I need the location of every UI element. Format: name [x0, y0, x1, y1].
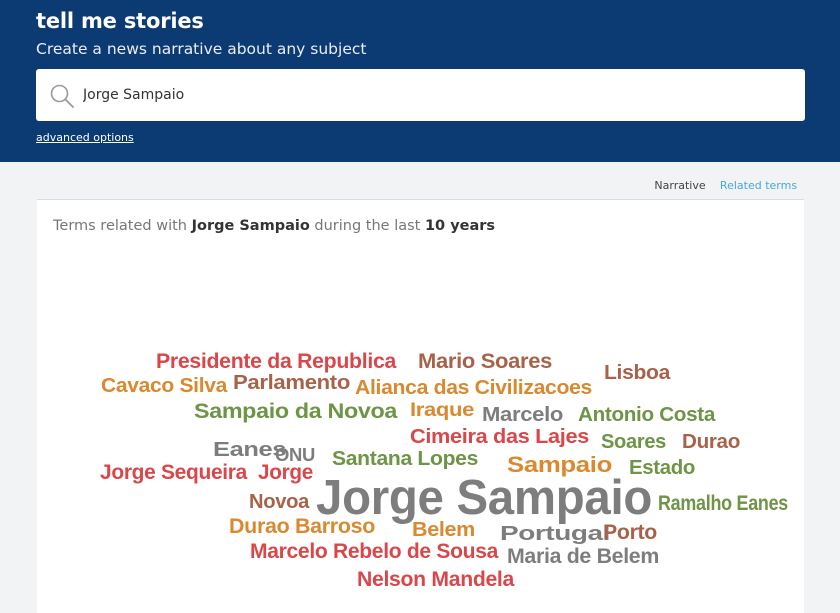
cloud-term[interactable]: Cavaco Silva	[101, 376, 227, 397]
cloud-term[interactable]: Marcelo Rebelo de Sousa	[250, 541, 498, 563]
cloud-term[interactable]: Jorge Sequeira	[100, 462, 247, 484]
cloud-term[interactable]: Portugal	[500, 524, 610, 545]
cloud-term[interactable]: Lisboa	[604, 363, 670, 384]
app-header: tell me stories Create a news narrative …	[0, 0, 840, 162]
cloud-term[interactable]: Iraque	[410, 401, 474, 420]
cloud-term[interactable]: Maria de Belem	[507, 546, 659, 568]
cloud-term[interactable]: Mario Soares	[418, 351, 552, 373]
tab-related-terms[interactable]: Related terms	[713, 172, 804, 200]
cloud-term[interactable]: Antonio Costa	[578, 405, 715, 426]
cloud-term[interactable]: Porto	[603, 522, 657, 544]
cloud-term[interactable]: Parlamento	[233, 373, 350, 394]
cloud-term[interactable]: Alianca das Civilizacoes	[355, 378, 592, 399]
cloud-term[interactable]: Belem	[412, 520, 475, 541]
tab-narrative[interactable]: Narrative	[647, 172, 713, 200]
heading-prefix: Terms related with	[53, 218, 187, 234]
heading-term: Jorge Sampaio	[191, 218, 310, 234]
cloud-term[interactable]: Novoa	[249, 492, 309, 513]
cloud-term[interactable]: Soares	[601, 432, 666, 453]
search-icon	[50, 84, 74, 108]
heading-middle: during the last	[314, 218, 421, 234]
cloud-term[interactable]: Marcelo	[482, 405, 563, 426]
app-subtitle: Create a news narrative about any subjec…	[36, 40, 367, 58]
heading-period: 10 years	[424, 218, 496, 234]
cloud-term[interactable]: Jorge	[258, 462, 313, 484]
related-terms-panel: Terms related with Jorge Sampaio during …	[37, 199, 804, 613]
advanced-options-link[interactable]: advanced options	[36, 131, 134, 144]
cloud-term[interactable]: Presidente da Republica	[156, 351, 396, 373]
cloud-term[interactable]: Durao Barroso	[229, 516, 375, 538]
panel-heading: Terms related with Jorge Sampaio during …	[53, 218, 495, 234]
app-title: tell me stories	[36, 9, 204, 33]
search-box[interactable]	[36, 69, 805, 121]
cloud-term[interactable]: Sampaio da Novoa	[194, 401, 397, 423]
cloud-term[interactable]: Ramalho Eanes	[658, 494, 787, 515]
cloud-term[interactable]: Nelson Mandela	[357, 569, 514, 591]
view-tabs: Narrative Related terms	[0, 172, 840, 200]
cloud-term[interactable]: Cimeira das Lajes	[410, 427, 589, 448]
cloud-term[interactable]: Durao	[682, 432, 740, 453]
search-input[interactable]	[83, 84, 783, 106]
cloud-term[interactable]: Santana Lopes	[332, 449, 478, 470]
